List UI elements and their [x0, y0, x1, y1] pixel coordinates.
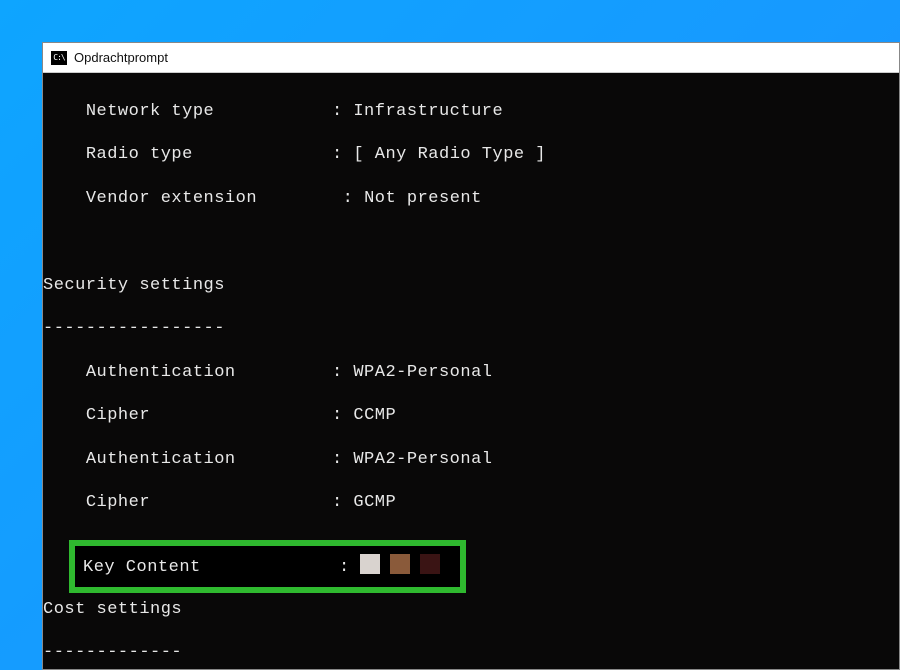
cmd-icon: C:\: [51, 51, 67, 65]
auth2-value: WPA2-Personal: [353, 450, 492, 469]
vendor-ext-label: Vendor extension: [86, 189, 257, 208]
vendor-ext-value: Not present: [364, 189, 482, 208]
cost-heading: Cost settings: [43, 599, 899, 621]
redacted-swatch-dark: [420, 554, 440, 574]
cipher2-value: GCMP: [353, 493, 396, 512]
cipher1-label: Cipher: [86, 406, 150, 425]
cipher1-value: CCMP: [353, 406, 396, 425]
key-content-sep: :: [339, 558, 350, 577]
auth1-label: Authentication: [86, 363, 236, 382]
key-content-highlight: Key Content:: [69, 540, 466, 593]
key-content-label: Key Content: [75, 557, 339, 579]
window-title: Opdrachtprompt: [74, 50, 168, 65]
auth2-label: Authentication: [86, 450, 236, 469]
command-prompt-window: C:\ Opdrachtprompt Network type : Infras…: [42, 42, 900, 670]
redacted-swatch-brown: [390, 554, 410, 574]
radio-type-value: [ Any Radio Type ]: [353, 145, 546, 164]
cipher2-label: Cipher: [86, 493, 150, 512]
redacted-swatch-light: [360, 554, 380, 574]
network-type-label: Network type: [86, 102, 214, 121]
titlebar[interactable]: C:\ Opdrachtprompt: [43, 43, 899, 73]
security-divider: -----------------: [43, 318, 899, 340]
auth1-value: WPA2-Personal: [353, 363, 492, 382]
radio-type-label: Radio type: [86, 145, 193, 164]
network-type-value: Infrastructure: [353, 102, 503, 121]
security-heading: Security settings: [43, 275, 899, 297]
terminal-output[interactable]: Network type : Infrastructure Radio type…: [43, 73, 899, 669]
cost-divider: -------------: [43, 642, 899, 664]
